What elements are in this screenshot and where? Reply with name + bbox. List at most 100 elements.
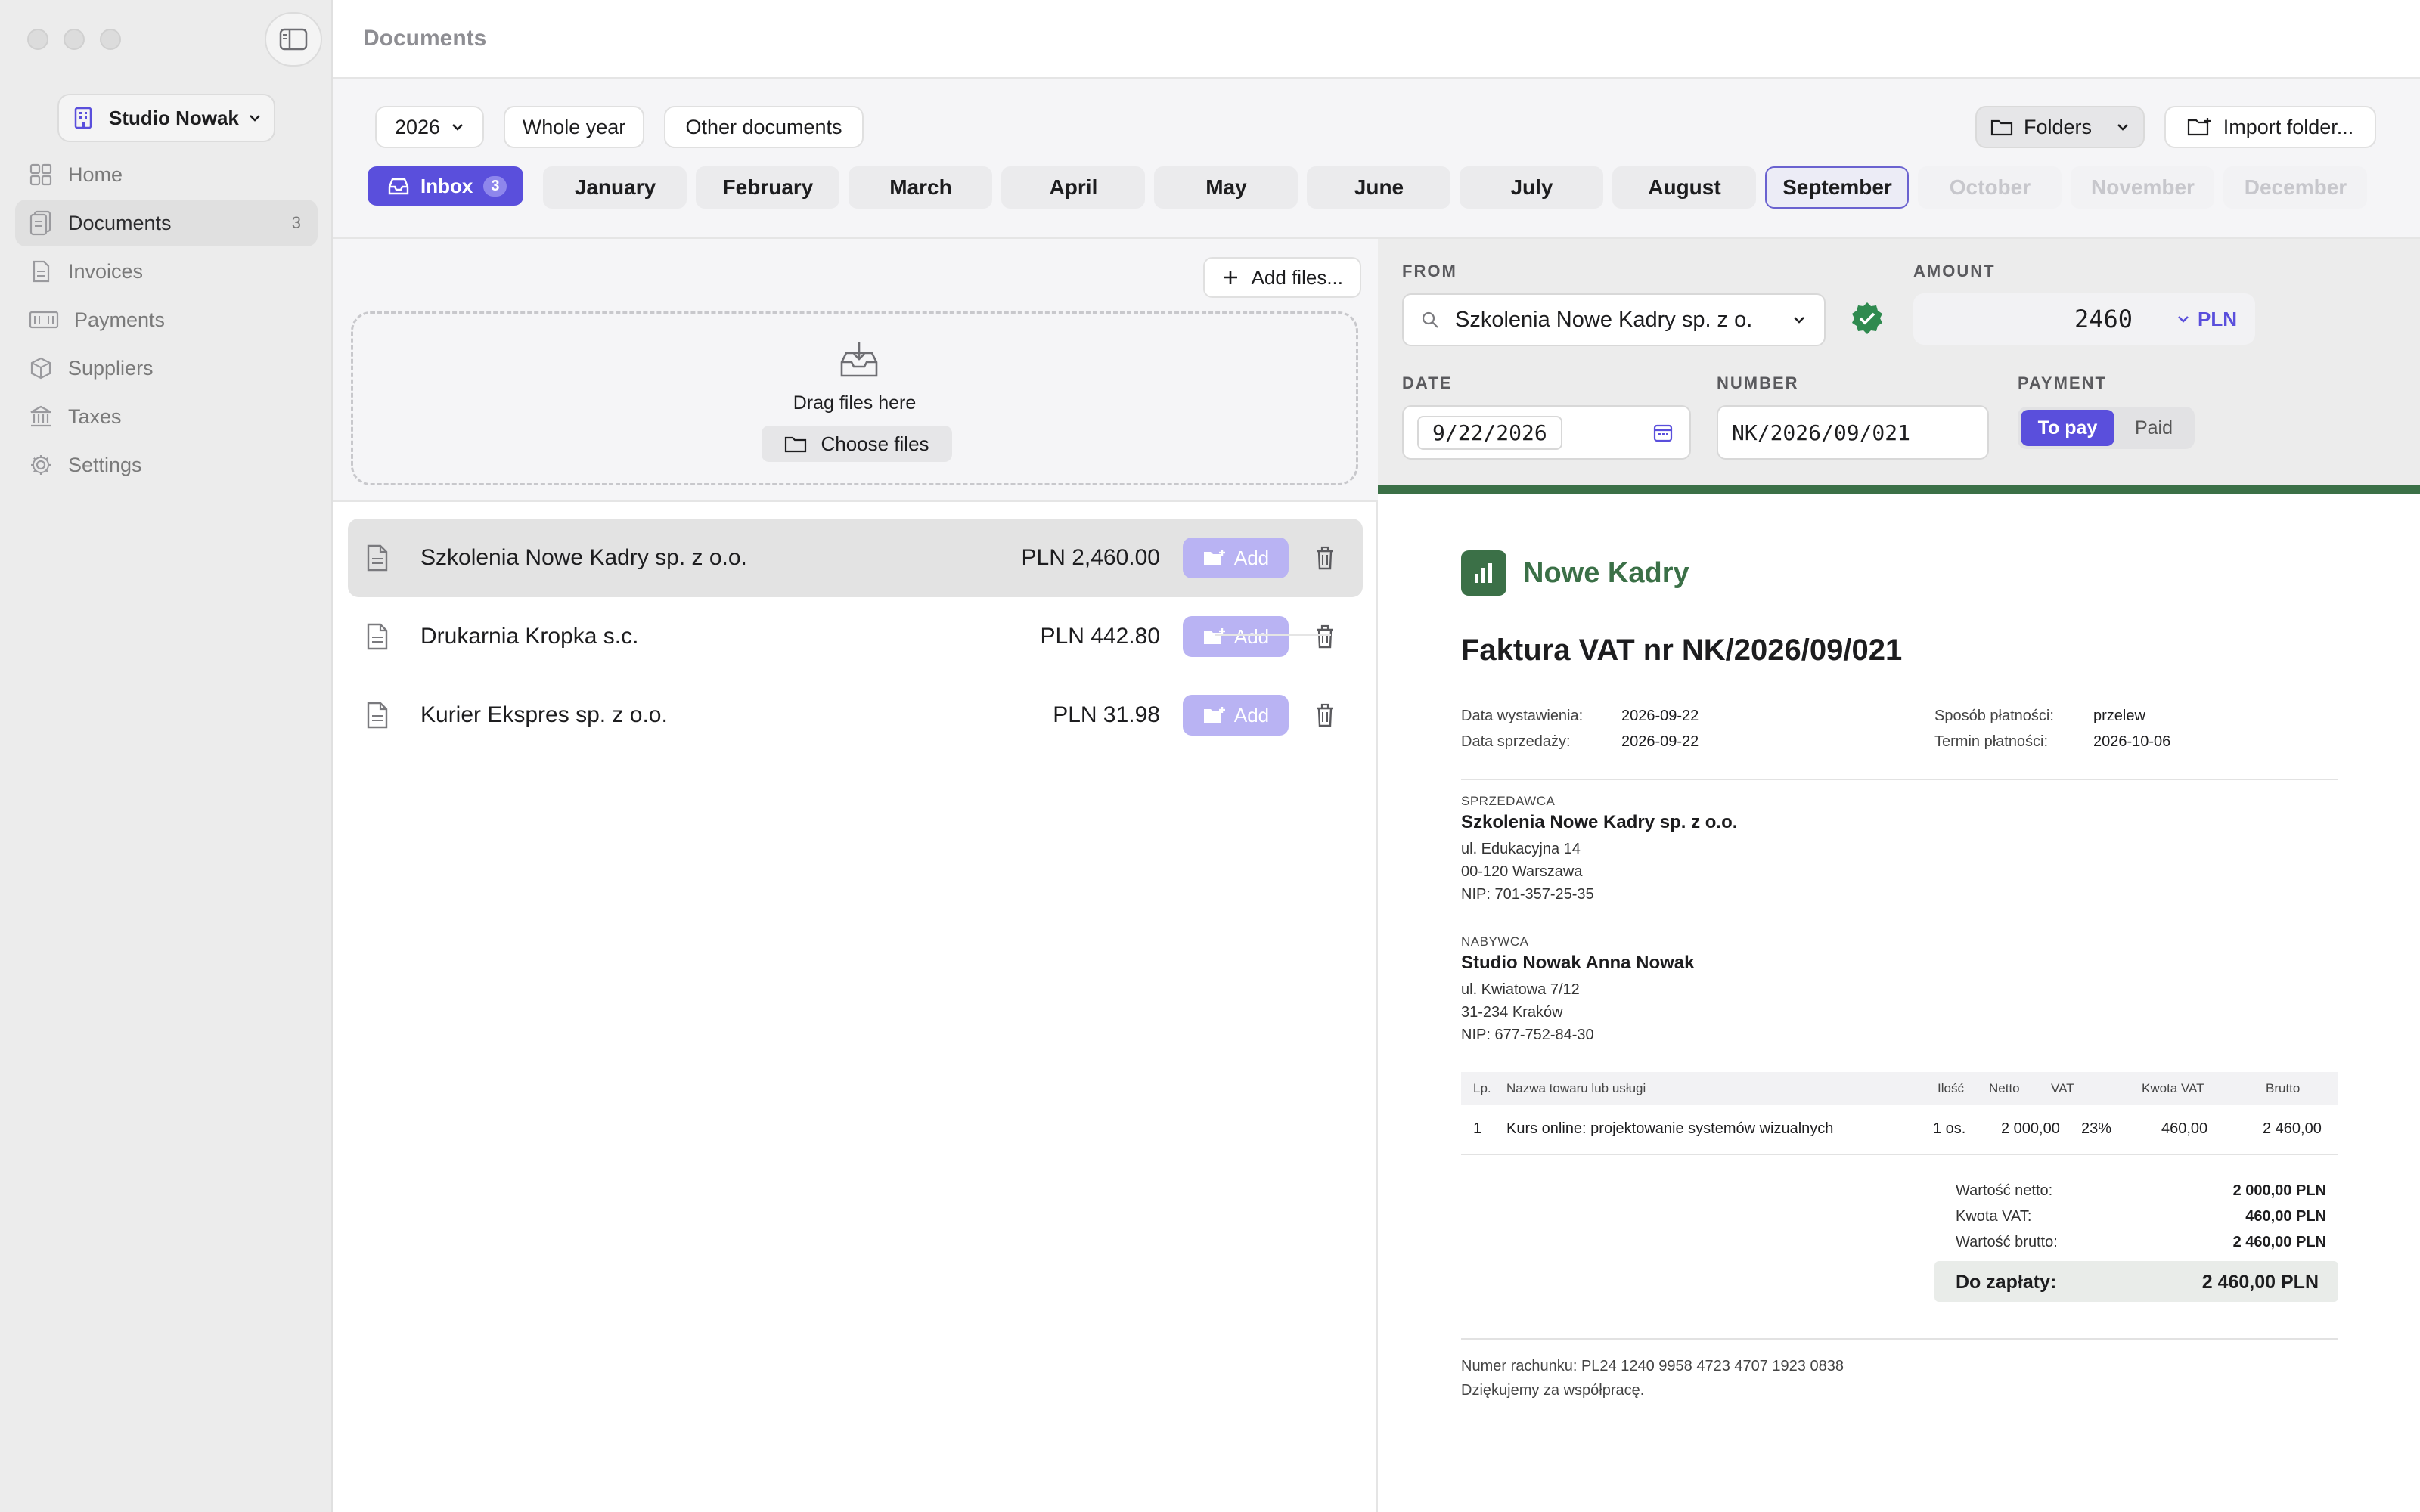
add-to-folder-button[interactable]: Add: [1183, 616, 1289, 657]
buyer-city: 31-234 Kraków: [1461, 1004, 1563, 1021]
chevron-down-icon: [2178, 316, 2189, 323]
sidebar-item-suppliers[interactable]: Suppliers: [15, 345, 318, 392]
workspace-switcher[interactable]: Studio Nowak: [57, 94, 275, 142]
document-row-3[interactable]: Kurier Ekspres sp. z o.o. PLN 31.98 Add: [348, 676, 1363, 754]
date-field[interactable]: 9/22/2026: [1402, 405, 1691, 460]
items-table-header: Lp. Nazwa towaru lub usługi Ilość Netto …: [1461, 1072, 2338, 1105]
date-value: 9/22/2026: [1417, 415, 1562, 450]
paid-option[interactable]: Paid: [2116, 410, 2192, 446]
zoom-window-button[interactable]: [100, 29, 121, 50]
tab-april[interactable]: April: [1001, 166, 1146, 209]
tab-june[interactable]: June: [1307, 166, 1451, 209]
document-file-icon: [367, 544, 388, 572]
payment-label: PAYMENT: [2018, 373, 2107, 392]
window-controls: [27, 29, 121, 50]
gross-total: 2 460,00 PLN: [2232, 1234, 2326, 1250]
suppliers-box-icon: [30, 357, 51, 380]
choose-files-button[interactable]: Choose files: [762, 426, 952, 462]
col-name: Nazwa towaru lub usługi: [1506, 1081, 1646, 1095]
item-net: 2 000,00: [2001, 1120, 2060, 1137]
sidebar-item-home[interactable]: Home: [15, 151, 318, 198]
sidebar-toggle-button[interactable]: [265, 12, 322, 67]
thank-you-note: Dziękujemy za współpracę.: [1461, 1382, 1645, 1399]
tab-september[interactable]: September: [1765, 166, 1910, 209]
folder-add-icon: [1203, 707, 1225, 723]
invoice-brand: Nowe Kadry: [1461, 550, 1689, 596]
item-name: Kurs online: projektowanie systemów wizu…: [1506, 1120, 1834, 1137]
sidebar-item-settings[interactable]: Settings: [15, 442, 318, 488]
amount-field[interactable]: 2460 PLN: [1913, 293, 2255, 345]
import-folder-button[interactable]: Import folder...: [2164, 106, 2376, 148]
document-supplier-name: Drukarnia Kropka s.c.: [420, 624, 639, 649]
add-label: Add: [1233, 624, 1270, 648]
invoice-icon: [33, 260, 50, 283]
tab-august[interactable]: August: [1612, 166, 1757, 209]
amount-due: 2 460,00 PLN: [2201, 1272, 2319, 1293]
table-row: 1 Kurs online: projektowanie systemów wi…: [1461, 1111, 2338, 1148]
chevron-down-icon: [1794, 317, 1804, 324]
whole-year-label: Whole year: [522, 115, 626, 138]
folders-dropdown[interactable]: Folders: [1975, 106, 2145, 148]
document-row-2[interactable]: Drukarnia Kropka s.c. PLN 442.80 Add: [348, 597, 1363, 676]
sale-date: 2026-09-22: [1621, 733, 1699, 750]
drag-files-text: Drag files here: [793, 392, 917, 414]
item-vat-amount: 460,00: [2161, 1120, 2208, 1137]
col-net: Netto: [1989, 1081, 2020, 1095]
sidebar-item-documents[interactable]: Documents 3: [15, 200, 318, 246]
trash-icon[interactable]: [1314, 703, 1336, 727]
trash-icon[interactable]: [1314, 624, 1336, 649]
minimize-window-button[interactable]: [64, 29, 85, 50]
brand-name: Nowe Kadry: [1523, 556, 1689, 589]
currency-select[interactable]: PLN: [2176, 308, 2237, 331]
sidebar-item-invoices[interactable]: Invoices: [15, 248, 318, 295]
buyer-street: ul. Kwiatowa 7/12: [1461, 981, 1580, 998]
calendar-icon[interactable]: [1653, 423, 1673, 442]
seller-name: Szkolenia Nowe Kadry sp. z o.o.: [1461, 812, 1738, 832]
sidebar-item-taxes[interactable]: Taxes: [15, 393, 318, 440]
download-tray-icon: [840, 342, 878, 377]
tab-july[interactable]: July: [1460, 166, 1604, 209]
home-grid-icon: [29, 163, 52, 186]
document-details-form: FROM Szkolenia Nowe Kadry sp. z o. AMOUN…: [1378, 239, 2420, 485]
to-pay-option[interactable]: To pay: [2021, 410, 2114, 446]
from-label: FROM: [1402, 262, 1457, 280]
amount-label: AMOUNT: [1913, 262, 1996, 280]
buyer-nip: NIP: 677-752-84-30: [1461, 1027, 1594, 1043]
issue-date-label: Data wystawienia:: [1461, 708, 1584, 724]
other-documents-label: Other documents: [685, 115, 842, 138]
sidebar-item-label: Payments: [74, 308, 166, 331]
tab-october: October: [1918, 166, 2062, 209]
document-number-field[interactable]: NK/2026/09/021: [1717, 405, 1989, 460]
document-amount: PLN 31.98: [1053, 702, 1160, 727]
bank-account: Numer rachunku: PL24 1240 9958 4723 4707…: [1461, 1358, 1844, 1374]
add-to-folder-button[interactable]: Add: [1183, 538, 1289, 578]
col-gross: Brutto: [2266, 1081, 2301, 1095]
seller-label: SPRZEDAWCA: [1461, 794, 1556, 808]
payment-method: przelew: [2093, 708, 2145, 724]
bar-chart-logo-icon: [1461, 550, 1506, 596]
supplier-select[interactable]: Szkolenia Nowe Kadry sp. z o.: [1402, 293, 1826, 346]
tab-inbox[interactable]: Inbox 3: [368, 166, 524, 206]
chevron-down-icon: [250, 115, 260, 122]
document-row-1[interactable]: Szkolenia Nowe Kadry sp. z o.o. PLN 2,46…: [348, 519, 1363, 597]
add-files-button[interactable]: Add files...: [1202, 257, 1361, 298]
other-documents-button[interactable]: Other documents: [664, 106, 864, 148]
sidebar-item-payments[interactable]: Payments: [15, 296, 318, 343]
trash-icon[interactable]: [1314, 546, 1336, 570]
buyer-name: Studio Nowak Anna Nowak: [1461, 953, 1695, 973]
file-dropzone[interactable]: Drag files here Choose files: [351, 311, 1358, 485]
tab-march[interactable]: March: [849, 166, 993, 209]
tab-may[interactable]: May: [1154, 166, 1298, 209]
add-to-folder-button[interactable]: Add: [1183, 695, 1289, 736]
tab-january[interactable]: January: [543, 166, 687, 209]
tab-february[interactable]: February: [696, 166, 840, 209]
year-select[interactable]: 2026: [375, 106, 484, 148]
buyer-label: NABYWCA: [1461, 934, 1529, 949]
close-window-button[interactable]: [27, 29, 48, 50]
folder-add-icon: [1203, 550, 1225, 565]
payment-method-label: Sposób płatności:: [1934, 708, 2054, 724]
upload-area: Add files... Drag files here Choose file…: [333, 239, 1378, 502]
due-date-label: Termin płatności:: [1934, 733, 2049, 750]
whole-year-button[interactable]: Whole year: [504, 106, 644, 148]
amount-due-box: Do zapłaty: 2 460,00 PLN: [1934, 1261, 2338, 1302]
